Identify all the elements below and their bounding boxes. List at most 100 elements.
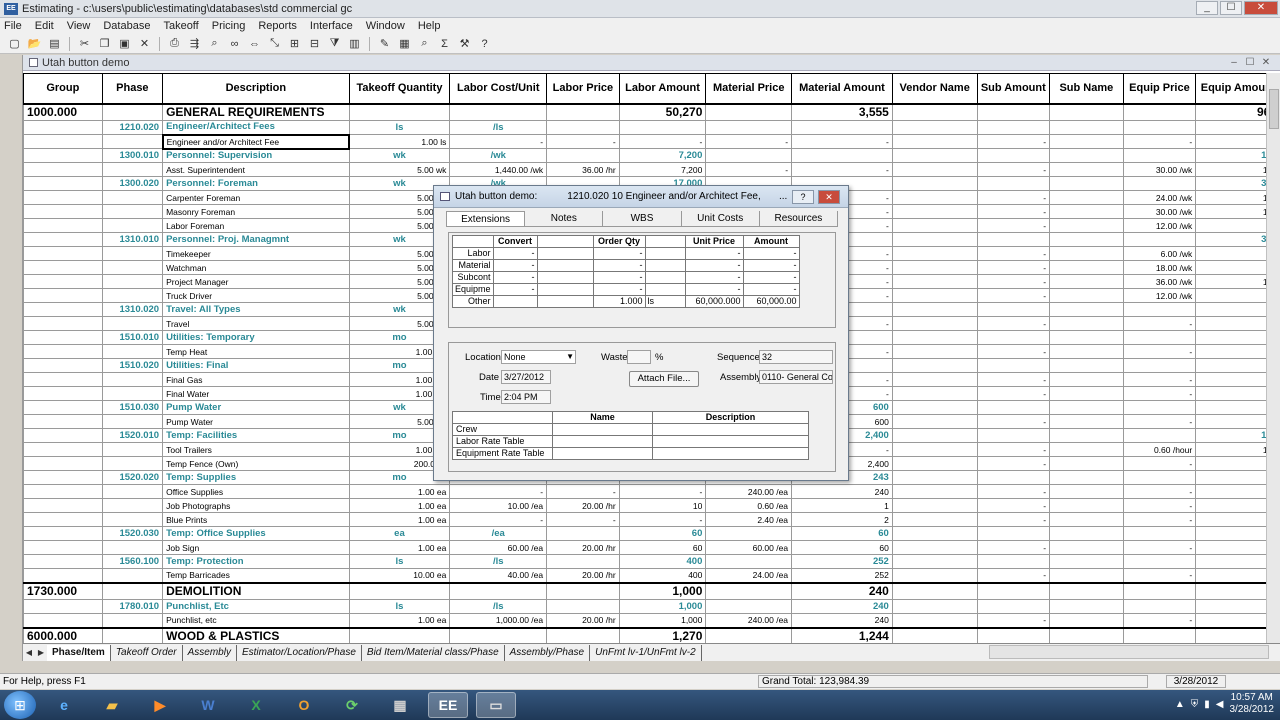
crew-description-cell[interactable] (652, 447, 809, 460)
cell-labor-price[interactable]: 20.00 /hr (546, 498, 620, 513)
cell-vendor-name[interactable] (891, 148, 978, 163)
cell-labor-price[interactable] (546, 102, 620, 121)
cell-equip-price[interactable]: 0.60 /hour (1122, 442, 1197, 457)
crew-name-cell[interactable] (552, 423, 653, 436)
cell-labor-amount[interactable]: 60 (618, 526, 707, 541)
cell-sub-amount[interactable]: - (976, 372, 1051, 387)
cell-sub-amount[interactable]: - (976, 288, 1051, 303)
cell-description[interactable]: Carpenter Foreman (162, 190, 350, 205)
cell-takeoff-quantity[interactable]: 1.00 ea (348, 484, 451, 499)
cell-sub-amount[interactable]: - (976, 484, 1051, 499)
cell-labor-amount[interactable]: 1,000 (618, 613, 707, 628)
ext-cell[interactable] (536, 259, 594, 272)
cell-group[interactable] (23, 218, 103, 233)
maximize-button[interactable]: ☐ (1220, 1, 1242, 15)
cell-equip-price[interactable] (1122, 526, 1197, 541)
cell-group[interactable] (23, 400, 103, 415)
spreadsheet-icon[interactable]: ▦ (396, 36, 413, 52)
cell-labor-cost-unit[interactable] (449, 102, 548, 121)
ext-cell[interactable]: - (592, 271, 646, 284)
cell-group[interactable] (23, 484, 103, 499)
cell-material-amount[interactable]: 1 (791, 498, 893, 513)
cell-equip-price[interactable]: - (1122, 386, 1197, 401)
cell-equip-price[interactable] (1122, 470, 1197, 485)
cell-sub-amount[interactable]: - (976, 456, 1051, 471)
doc-minimize-button[interactable]: – (1228, 57, 1240, 68)
find-icon[interactable]: ⌕ (206, 36, 223, 52)
cell-sub-amount[interactable] (976, 526, 1051, 541)
cell-sub-name[interactable] (1049, 372, 1124, 387)
cell-labor-amount[interactable]: 60 (618, 540, 707, 555)
cell-sub-amount[interactable]: - (976, 512, 1051, 527)
cell-vendor-name[interactable] (891, 288, 978, 303)
cell-material-amount[interactable]: 2 (791, 512, 893, 527)
ext-cell[interactable]: - (742, 259, 800, 272)
cell-material-price[interactable]: 2.40 /ea (705, 512, 793, 527)
group-row[interactable]: 1730.000 DEMOLITION 1,000 240 (23, 581, 1280, 600)
cell-vendor-name[interactable] (891, 302, 978, 317)
tab-nav-right-icon[interactable]: ▶ (35, 648, 47, 657)
cell-sub-name[interactable] (1049, 442, 1124, 457)
menu-takeoff[interactable]: Takeoff (163, 20, 198, 32)
cell-material-amount[interactable]: 240 (791, 581, 893, 600)
cell-equip-price[interactable]: 30.00 /wk (1122, 204, 1197, 219)
crew-row[interactable]: Labor Rate Table (452, 435, 809, 448)
cell-sub-amount[interactable] (976, 358, 1051, 373)
tab-resources[interactable]: Resources (760, 211, 839, 226)
cell-equip-price[interactable]: - (1122, 344, 1197, 359)
cell-phase[interactable] (101, 274, 164, 289)
cell-material-price[interactable] (705, 526, 793, 541)
cell-group[interactable] (23, 358, 103, 373)
cell-sub-amount[interactable] (976, 400, 1051, 415)
item-row[interactable]: Engineer and/or Architect Fee 1.00 ls - - - -… (23, 133, 1280, 150)
cell-sub-name[interactable] (1049, 498, 1124, 513)
cell-phase[interactable]: 1300.010 (101, 148, 164, 163)
save-icon[interactable]: ▤ (46, 36, 63, 52)
cell-equip-price[interactable]: - (1122, 372, 1197, 387)
cell-sub-amount[interactable] (976, 148, 1051, 163)
cell-description[interactable]: Travel: All Types (162, 302, 350, 317)
cell-equip-price[interactable] (1122, 581, 1197, 600)
cell-labor-price[interactable]: 20.00 /hr (546, 568, 620, 583)
cell-description[interactable]: Punchlist, Etc (162, 599, 350, 614)
cell-equip-price[interactable] (1122, 400, 1197, 415)
cell-group[interactable] (23, 288, 103, 303)
cell-vendor-name[interactable] (891, 330, 978, 345)
cell-sub-name[interactable] (1049, 470, 1124, 485)
cell-labor-cost-unit[interactable]: - (449, 512, 548, 527)
tab-bid-item[interactable]: Bid Item/Material class/Phase (362, 644, 505, 661)
cell-labor-cost-unit[interactable]: 40.00 /ea (449, 568, 548, 583)
print-icon[interactable]: ⎙ (166, 36, 183, 52)
new-icon[interactable]: ▢ (6, 36, 23, 52)
cell-phase[interactable]: 1510.030 (101, 400, 164, 415)
cell-material-amount[interactable]: 3,555 (791, 102, 893, 121)
cell-sub-name[interactable] (1049, 288, 1124, 303)
cell-takeoff-quantity[interactable]: 1.00 ea (348, 498, 451, 513)
cell-sub-name[interactable] (1049, 330, 1124, 345)
cell-sub-name[interactable] (1049, 232, 1124, 247)
filter-icon[interactable]: ⧩ (326, 36, 343, 52)
cell-takeoff-quantity[interactable]: ea (348, 526, 451, 541)
cell-labor-amount[interactable]: 400 (618, 568, 707, 583)
cell-labor-cost-unit[interactable]: 60.00 /ea (449, 540, 548, 555)
ext-cell[interactable]: - (592, 283, 646, 296)
media-icon[interactable]: ▶ (140, 692, 180, 718)
column-header-labor-cost-unit[interactable]: Labor Cost/Unit (449, 73, 548, 104)
cell-phase[interactable]: 1510.010 (101, 330, 164, 345)
cell-description[interactable]: Personnel: Foreman (162, 176, 350, 191)
cell-phase[interactable] (101, 456, 164, 471)
cell-sub-name[interactable] (1049, 246, 1124, 261)
column-header-labor-amount[interactable]: Labor Amount (618, 73, 707, 104)
column-header-vendor-name[interactable]: Vendor Name (891, 73, 978, 104)
chart-icon[interactable]: ▥ (346, 36, 363, 52)
cell-vendor-name[interactable] (891, 260, 978, 275)
item-row[interactable]: Job Sign 1.00 ea 60.00 /ea 20.00 /hr 60 60.00… (23, 540, 1280, 555)
menu-pricing[interactable]: Pricing (212, 20, 246, 32)
cell-labor-amount[interactable]: 400 (618, 554, 707, 569)
cell-equip-price[interactable]: 12.00 /wk (1122, 218, 1197, 233)
phase-row[interactable]: 1210.020 Engineer/Architect Fees ls/ls (23, 120, 1280, 135)
cell-sub-amount[interactable]: - (976, 414, 1051, 429)
ext-cell[interactable]: - (742, 283, 800, 296)
cell-material-amount[interactable] (791, 120, 893, 135)
cell-vendor-name[interactable] (891, 204, 978, 219)
